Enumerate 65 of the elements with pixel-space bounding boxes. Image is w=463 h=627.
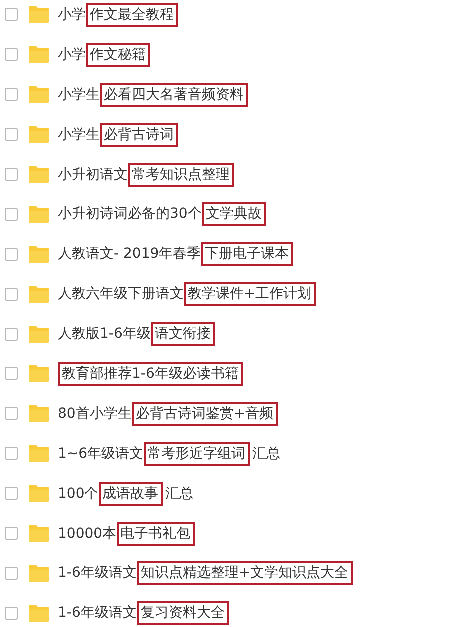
folder-icon [29,445,49,462]
checkbox[interactable] [5,128,18,142]
checkbox[interactable] [5,367,18,380]
file-name-text: 人教六年级下册语文 [58,285,184,304]
folder-icon [29,286,49,303]
folder-icon [29,206,49,223]
checkbox[interactable] [5,88,18,102]
highlighted-text: 必背古诗词 [100,122,178,147]
folder-icon [29,564,49,582]
highlighted-text: 文学典故 [202,202,266,226]
file-name-text: 人教语文- 2019年春季 [58,245,202,264]
highlighted-text: 常考知识点整理 [128,162,234,186]
folder-icon [29,525,49,542]
file-name-text: 小学生 [58,126,100,144]
file-name-text: 小升初语文 [58,166,128,184]
file-name-text: 小学 [58,6,86,24]
file-name-text: 1-6年级语文 [58,564,137,582]
highlighted-text: 必看四大名著音频资料 [100,82,248,107]
folder-icon [29,166,49,183]
folder-icon [29,246,49,263]
checkbox[interactable] [5,527,18,540]
folder-icon [29,365,49,382]
highlighted-text: 下册电子课本 [201,242,294,266]
checkbox[interactable] [5,447,18,460]
file-name-text: 汇总 [166,484,194,503]
folder-icon [29,46,49,64]
highlighted-text: 电子书礼包 [116,522,195,546]
checkbox[interactable] [5,208,18,221]
file-name-text: 100个 [58,484,99,503]
checkbox[interactable] [5,407,18,420]
file-name-text: 人教版1-6年级 [58,325,151,344]
folder-icon [29,86,49,104]
file-name-text: 10000本 [58,524,117,543]
highlighted-text: 必背古诗词鉴赏+音频 [132,402,278,426]
highlighted-text: 常考形近字组词 [144,442,250,466]
folder-icon [29,326,49,343]
folder-icon [29,604,49,622]
highlighted-text: 教育部推荐1-6年级必读书籍 [58,362,243,386]
file-name-text: 汇总 [252,444,281,463]
folder-icon [29,6,49,24]
highlighted-text: 知识点精选整理+文学知识点大全 [136,561,353,586]
checkbox[interactable] [5,566,18,580]
checkbox[interactable] [5,8,18,22]
checkbox[interactable] [5,487,18,500]
highlighted-text: 作文最全教程 [86,2,178,27]
folder-icon [29,405,49,422]
checkbox[interactable] [5,248,18,261]
highlighted-text: 教学课件+工作计划 [184,282,316,306]
folder-icon [29,485,49,502]
highlighted-text: 成语故事 [98,482,163,506]
checkbox[interactable] [5,288,18,301]
file-name-text: 80首小学生 [58,404,132,423]
checkbox[interactable] [5,328,18,341]
highlighted-text: 作文秘籍 [86,42,150,67]
highlighted-text: 语文衔接 [150,322,215,346]
file-name-text: 小学 [58,46,86,64]
checkbox[interactable] [5,168,18,181]
file-name-text: 小升初诗词必备的30个 [58,205,202,224]
checkbox[interactable] [5,48,18,62]
file-name-text: 小学生 [58,86,100,104]
folder-icon [29,126,49,144]
file-name-text: 1-6年级语文 [58,604,137,622]
highlighted-text: 复习资料大全 [136,601,229,626]
file-name-text: 1~6年级语文 [58,444,144,463]
checkbox[interactable] [5,606,18,620]
